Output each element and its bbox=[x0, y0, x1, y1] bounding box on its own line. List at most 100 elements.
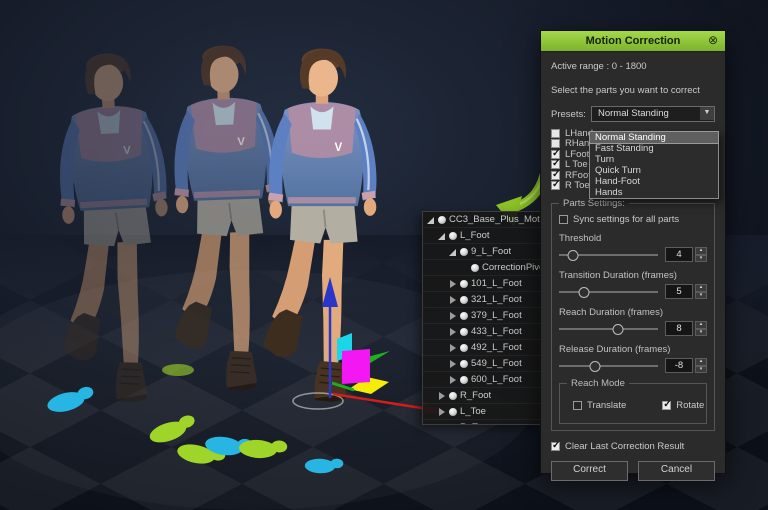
spinner-down-icon[interactable]: ▾ bbox=[695, 329, 707, 337]
presets-dropdown[interactable]: Normal Standing ▼ bbox=[591, 106, 715, 122]
bone-node-icon bbox=[460, 360, 468, 368]
reach-mode-option[interactable]: Translate bbox=[573, 401, 626, 412]
bone-node-icon bbox=[471, 264, 479, 272]
slider-thumb[interactable] bbox=[589, 361, 600, 372]
tree-node-label: L_Toe bbox=[460, 406, 486, 417]
tree-node[interactable]: CorrectionPivot bbox=[423, 260, 541, 276]
tree-node[interactable]: CC3_Base_Plus_Motion ... bbox=[423, 212, 541, 228]
presets-label: Presets: bbox=[551, 109, 591, 120]
chevron-down-icon[interactable]: ▼ bbox=[700, 107, 714, 120]
slider[interactable] bbox=[559, 323, 658, 335]
expand-arrow-icon[interactable] bbox=[427, 216, 435, 224]
spinner-down-icon[interactable]: ▾ bbox=[695, 255, 707, 263]
slider[interactable] bbox=[559, 360, 658, 372]
tree-node-label: 101_L_Foot bbox=[471, 278, 522, 289]
spinner-down-icon[interactable]: ▾ bbox=[695, 292, 707, 300]
tree-node[interactable]: L_Toe bbox=[423, 404, 541, 420]
slider-label: Reach Duration (frames) bbox=[559, 307, 707, 318]
slider-label: Release Duration (frames) bbox=[559, 344, 707, 355]
preset-option[interactable]: Quick Turn bbox=[590, 165, 718, 176]
expand-arrow-icon[interactable] bbox=[449, 312, 457, 320]
bone-node-icon bbox=[449, 408, 457, 416]
reach-mode-checkbox[interactable] bbox=[662, 401, 671, 410]
dialog-titlebar[interactable]: Motion Correction ⊗ bbox=[541, 31, 725, 52]
sync-settings-row[interactable]: Sync settings for all parts bbox=[559, 214, 707, 225]
slider[interactable] bbox=[559, 249, 658, 261]
tree-node[interactable]: 492_L_Foot bbox=[423, 340, 541, 356]
tree-node[interactable]: 9_L_Foot bbox=[423, 244, 541, 260]
preset-option[interactable]: Fast Standing bbox=[590, 143, 718, 154]
cancel-button[interactable]: Cancel bbox=[638, 461, 715, 481]
part-label: RFoot bbox=[565, 170, 591, 181]
slider[interactable] bbox=[559, 286, 658, 298]
correct-button[interactable]: Correct bbox=[551, 461, 628, 481]
spinner-up-icon[interactable]: ▴ bbox=[695, 358, 707, 366]
reach-mode-title: Reach Mode bbox=[567, 378, 629, 389]
expand-arrow-icon[interactable] bbox=[460, 264, 468, 272]
spinner-down-icon[interactable]: ▾ bbox=[695, 366, 707, 374]
tree-node[interactable]: R_Foot bbox=[423, 388, 541, 404]
reach-mode-checkbox[interactable] bbox=[573, 401, 582, 410]
expand-arrow-icon[interactable] bbox=[449, 376, 457, 384]
slider-value-input[interactable]: -8 bbox=[665, 358, 693, 373]
tree-node[interactable]: 433_L_Foot bbox=[423, 324, 541, 340]
slider-group: Threshold 4 ▴ ▾ bbox=[559, 233, 707, 262]
expand-arrow-icon[interactable] bbox=[438, 232, 446, 240]
part-checkbox[interactable] bbox=[551, 181, 560, 190]
tree-node[interactable]: 321_L_Foot bbox=[423, 292, 541, 308]
slider-value-input[interactable]: 5 bbox=[665, 284, 693, 299]
expand-arrow-icon[interactable] bbox=[449, 280, 457, 288]
slider-thumb[interactable] bbox=[567, 250, 578, 261]
slider-value-input[interactable]: 4 bbox=[665, 247, 693, 262]
tree-node[interactable]: 549_L_Foot bbox=[423, 356, 541, 372]
slider-track[interactable] bbox=[559, 328, 658, 330]
reach-mode-label: Translate bbox=[587, 400, 626, 411]
sync-settings-checkbox[interactable] bbox=[559, 215, 568, 224]
value-spinner: ▴ ▾ bbox=[695, 321, 707, 336]
clear-result-label: Clear Last Correction Result bbox=[565, 441, 684, 452]
part-label: R Toe bbox=[565, 180, 590, 191]
spinner-up-icon[interactable]: ▴ bbox=[695, 321, 707, 329]
part-checkbox[interactable] bbox=[551, 129, 560, 138]
clear-result-checkbox[interactable] bbox=[551, 442, 560, 451]
slider-value-input[interactable]: 8 bbox=[665, 321, 693, 336]
expand-arrow-icon[interactable] bbox=[438, 424, 446, 426]
preset-option[interactable]: Turn bbox=[590, 154, 718, 165]
slider-track[interactable] bbox=[559, 365, 658, 367]
reach-mode-option[interactable]: Rotate bbox=[662, 401, 704, 412]
spinner-up-icon[interactable]: ▴ bbox=[695, 247, 707, 255]
expand-arrow-icon[interactable] bbox=[449, 248, 457, 256]
preset-option[interactable]: Hand-Foot bbox=[590, 176, 718, 187]
bone-node-icon bbox=[460, 248, 468, 256]
tree-node-label: R_Foot bbox=[460, 390, 491, 401]
active-range-text: Active range : 0 - 1800 bbox=[551, 61, 715, 72]
slider-group: Reach Duration (frames) 8 ▴ ▾ bbox=[559, 307, 707, 336]
expand-arrow-icon[interactable] bbox=[449, 344, 457, 352]
expand-arrow-icon[interactable] bbox=[449, 328, 457, 336]
expand-arrow-icon[interactable] bbox=[438, 408, 446, 416]
bone-node-icon bbox=[460, 312, 468, 320]
slider-thumb[interactable] bbox=[578, 287, 589, 298]
tree-node[interactable]: R_Toe bbox=[423, 420, 541, 425]
tree-node-label: 433_L_Foot bbox=[471, 326, 522, 337]
preset-option[interactable]: Hands bbox=[590, 187, 718, 198]
bone-node-icon bbox=[438, 216, 446, 224]
value-spinner: ▴ ▾ bbox=[695, 284, 707, 299]
slider-track[interactable] bbox=[559, 291, 658, 293]
bone-node-icon bbox=[449, 392, 457, 400]
tree-node[interactable]: L_Foot bbox=[423, 228, 541, 244]
preset-option[interactable]: Normal Standing bbox=[590, 132, 718, 143]
expand-arrow-icon[interactable] bbox=[438, 392, 446, 400]
spinner-up-icon[interactable]: ▴ bbox=[695, 284, 707, 292]
clear-result-row[interactable]: Clear Last Correction Result bbox=[551, 441, 715, 452]
expand-arrow-icon[interactable] bbox=[449, 296, 457, 304]
gizmo-plane-magenta[interactable] bbox=[342, 349, 370, 384]
tree-node[interactable]: 379_L_Foot bbox=[423, 308, 541, 324]
expand-arrow-icon[interactable] bbox=[449, 360, 457, 368]
close-icon[interactable]: ⊗ bbox=[705, 31, 721, 51]
tree-node[interactable]: 600_L_Foot bbox=[423, 372, 541, 388]
slider-thumb[interactable] bbox=[613, 324, 624, 335]
dialog-body: Active range : 0 - 1800 Select the parts… bbox=[541, 51, 725, 473]
tree-node-label: 549_L_Foot bbox=[471, 358, 522, 369]
tree-node[interactable]: 101_L_Foot bbox=[423, 276, 541, 292]
